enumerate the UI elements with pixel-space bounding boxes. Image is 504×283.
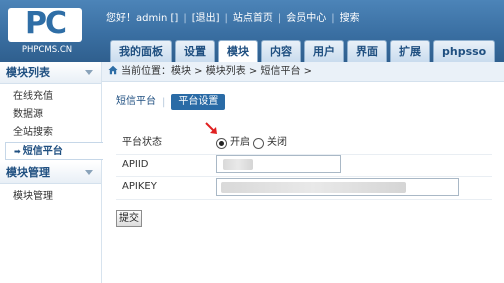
top-links: 您好！admin [] | [退出] | 站点首页 | 会员中心 | 搜索 [106, 12, 360, 26]
logo[interactable]: PC PHPCMS.CN [0, 0, 100, 62]
search-link[interactable]: 搜索 [340, 12, 360, 26]
status-radio-group: 开启 关闭 [216, 136, 287, 150]
apikey-input[interactable] [216, 178, 459, 196]
sidebar-item-data-source[interactable]: 数据源 [0, 106, 101, 124]
tab-settings[interactable]: 设置 [175, 40, 215, 62]
separator: | [331, 13, 335, 24]
tab-users[interactable]: 用户 [304, 40, 344, 62]
status-on-label[interactable]: 开启 [230, 136, 250, 150]
redacted-value [223, 159, 253, 170]
separator: | [224, 13, 228, 24]
apiid-label: APIID [122, 159, 149, 170]
chevron-down-icon[interactable] [85, 170, 93, 175]
red-arrow-icon [205, 122, 217, 134]
greeting-text: 您好！admin [] [106, 13, 179, 24]
apiid-input[interactable] [216, 155, 341, 173]
chevron-down-icon[interactable] [85, 70, 93, 75]
site-home-link[interactable]: 站点首页 [233, 12, 273, 26]
sidebar: 模块列表 在线充值 数据源 全站搜索 ➡ 短信平台 模块管理 模块管理 [0, 62, 103, 283]
status-off-label[interactable]: 关闭 [267, 136, 287, 150]
sidebar-group-title: 模块列表 [6, 66, 50, 79]
subtab-platform-settings[interactable]: 平台设置 [171, 94, 226, 110]
breadcrumb-path[interactable]: 模块 > 模块列表 > 短信平台 > [171, 66, 312, 77]
tab-extensions[interactable]: 扩展 [390, 40, 430, 62]
separator: | [277, 13, 282, 24]
header: PC PHPCMS.CN 您好！admin [] | [退出] | 站点首页 |… [0, 0, 504, 62]
subtab-sms-platform[interactable]: 短信平台 [116, 95, 156, 109]
separator: | [183, 13, 187, 24]
tab-modules[interactable]: 模块 [218, 40, 258, 62]
sidebar-item-label: 短信平台 [22, 146, 63, 157]
status-on-radio[interactable] [216, 137, 227, 149]
status-label: 平台状态 [122, 137, 162, 148]
submit-button[interactable]: 提交 [116, 210, 142, 227]
tab-content[interactable]: 内容 [261, 40, 301, 62]
tab-phpsso[interactable]: phpsso [433, 40, 496, 62]
apikey-label: APIKEY [122, 181, 157, 192]
row-divider [116, 199, 492, 200]
sidebar-group-module-list[interactable]: 模块列表 [0, 62, 101, 84]
sidebar-item-module-management[interactable]: 模块管理 [0, 188, 101, 206]
status-off-radio[interactable] [253, 137, 264, 149]
breadcrumb-prefix: 当前位置： [121, 66, 171, 77]
arrow-bullet-icon: ➡ [14, 147, 21, 156]
sidebar-item-site-search[interactable]: 全站搜索 [0, 124, 101, 142]
logo-subtitle: PHPCMS.CN [21, 45, 73, 55]
logo-text: PC [24, 6, 67, 41]
sidebar-item-online-recharge[interactable]: 在线充值 [0, 88, 101, 106]
home-icon [108, 65, 118, 75]
logout-link[interactable]: [退出] [192, 12, 220, 26]
member-center-link[interactable]: 会员中心 [286, 12, 326, 26]
form-row-status: 平台状态 开启 关闭 [122, 133, 492, 153]
sidebar-item-sms-platform[interactable]: ➡ 短信平台 [5, 142, 103, 160]
sidebar-group-title: 模块管理 [6, 166, 50, 179]
main-content: 当前位置：模块 > 模块列表 > 短信平台 > 短信平台 | 平台设置 平台状态… [102, 62, 504, 283]
separator: | [162, 96, 166, 108]
redacted-value [221, 182, 406, 193]
main-nav: 我的面板 设置 模块 内容 用户 界面 扩展 phpsso [110, 40, 496, 62]
tab-my-panel[interactable]: 我的面板 [110, 40, 172, 62]
sidebar-group-module-management[interactable]: 模块管理 [0, 162, 101, 184]
tab-interface[interactable]: 界面 [347, 40, 387, 62]
sub-tabs: 短信平台 | 平台设置 [116, 94, 226, 110]
breadcrumb: 当前位置：模块 > 模块列表 > 短信平台 > [102, 62, 504, 82]
